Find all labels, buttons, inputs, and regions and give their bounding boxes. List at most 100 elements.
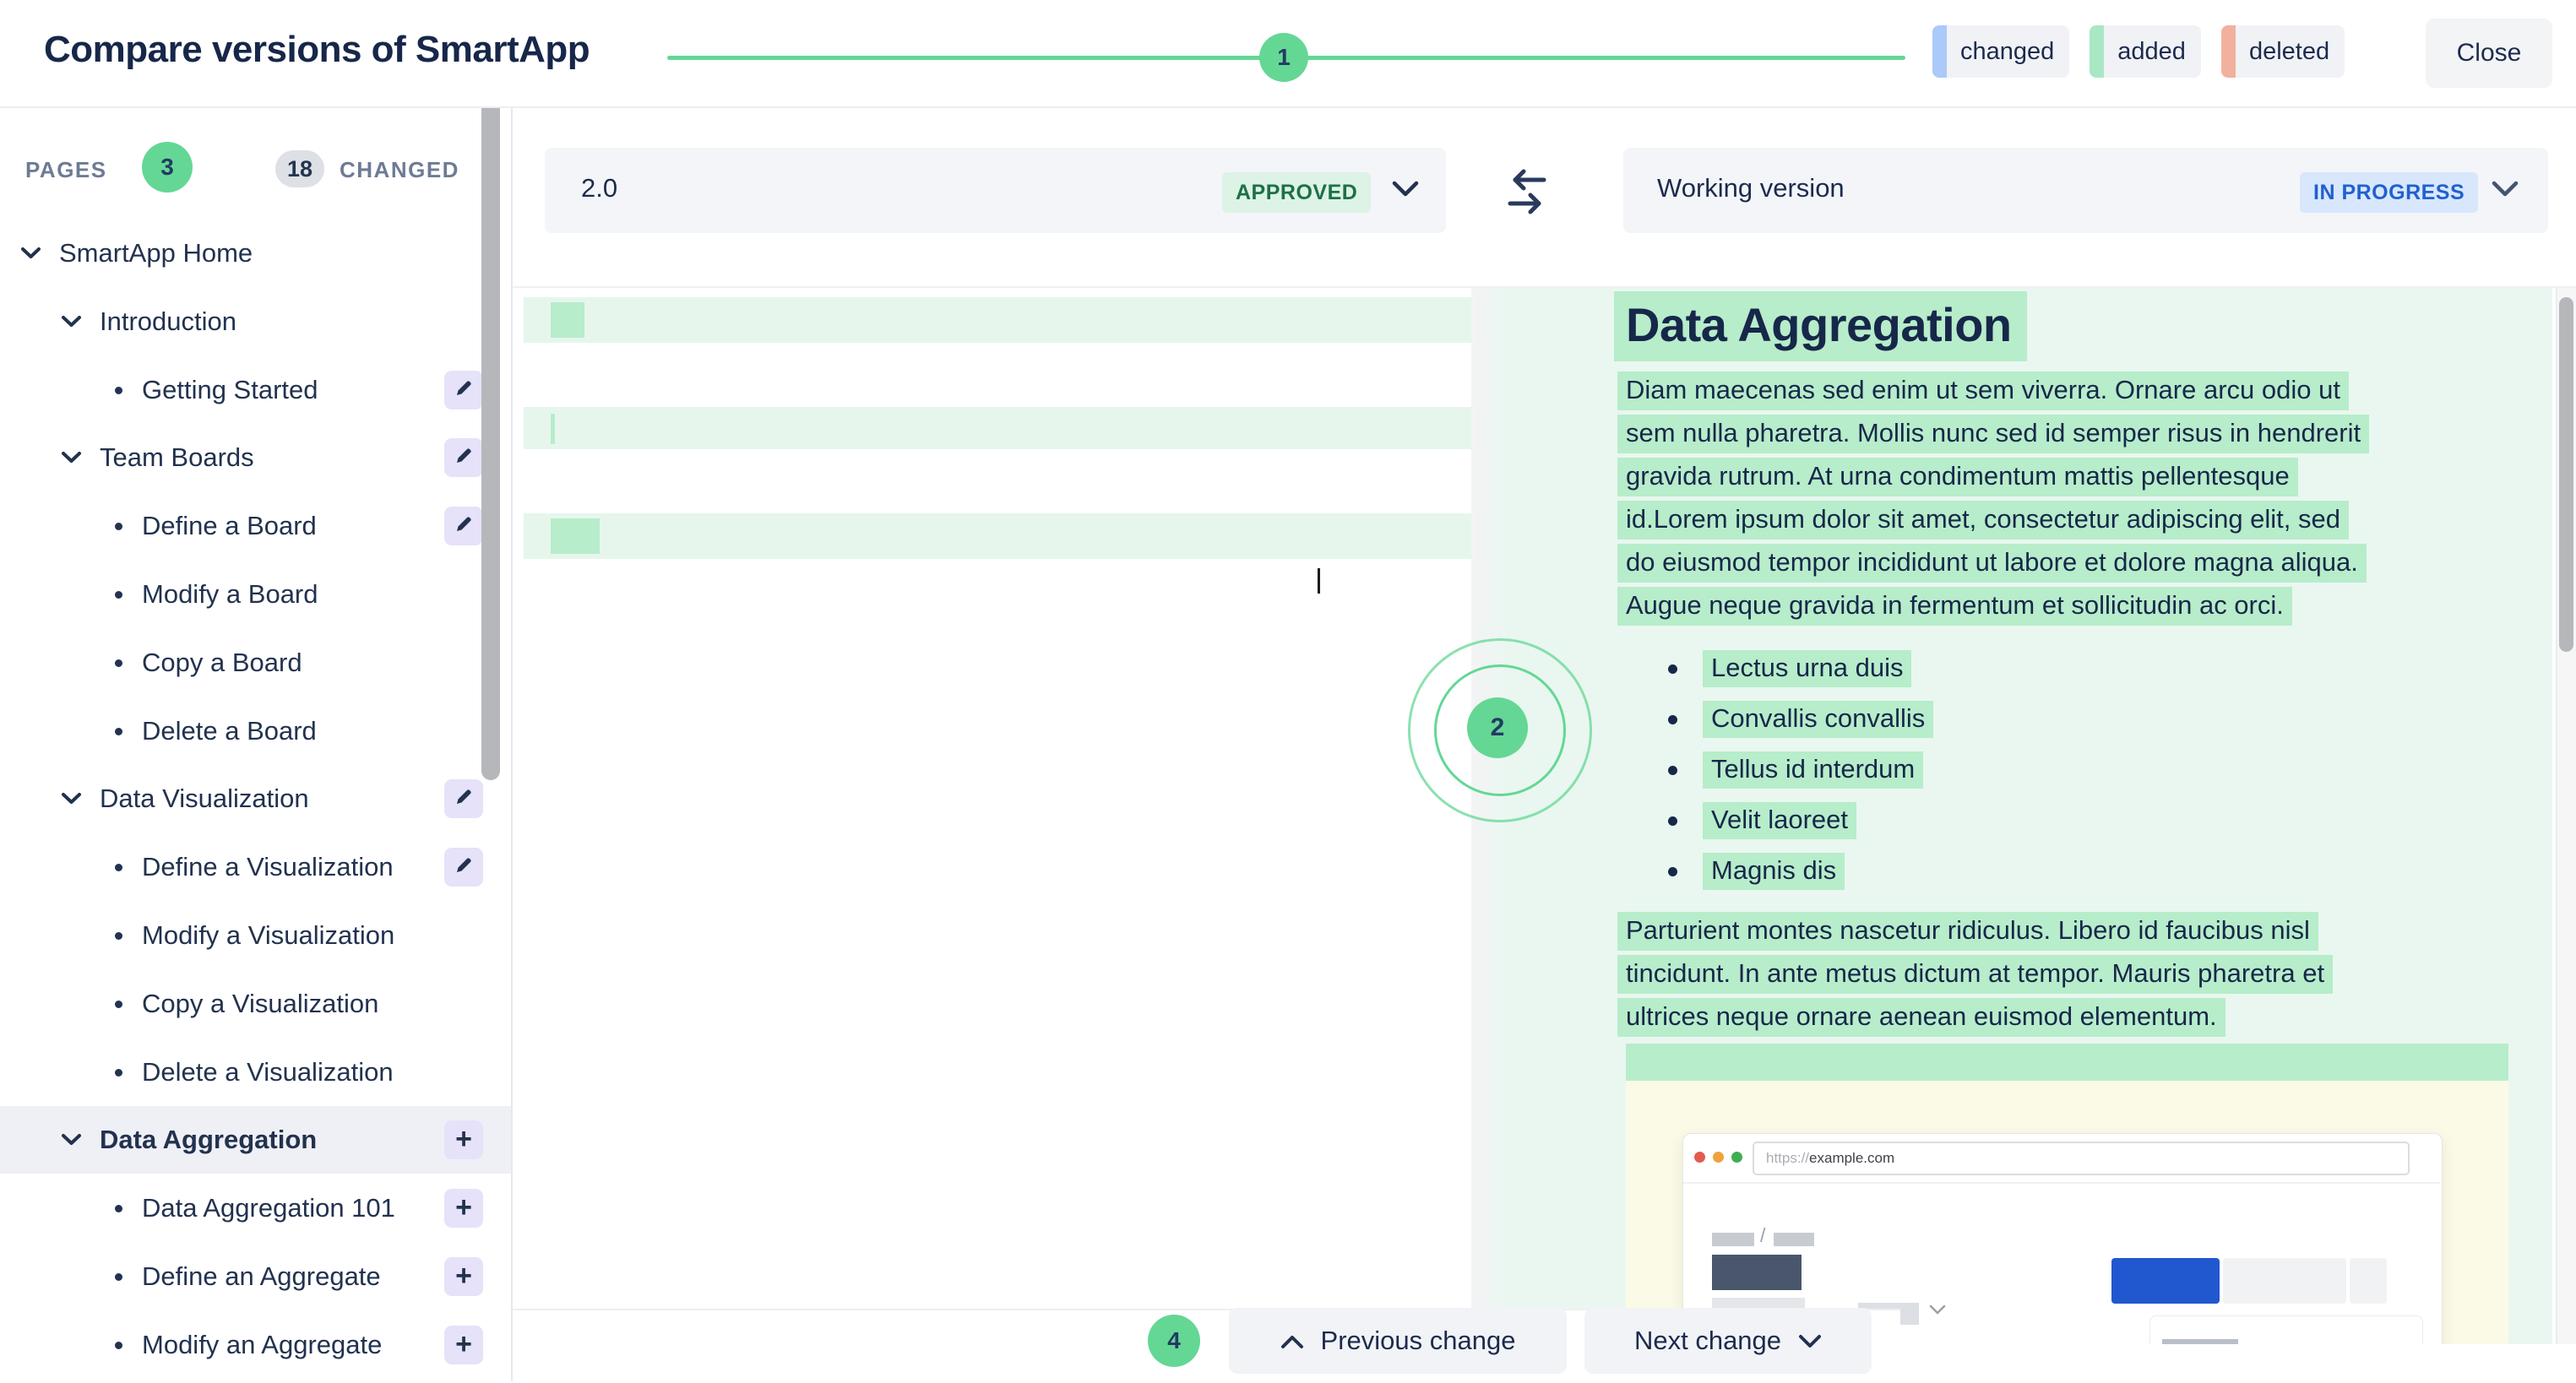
edit-page-button[interactable] bbox=[444, 848, 483, 887]
swap-versions-button[interactable] bbox=[1493, 159, 1561, 226]
sidebar-item-modify-a-visualization[interactable]: Modify a Visualization bbox=[0, 902, 511, 969]
sidebar-item-modify-a-board[interactable]: Modify a Board bbox=[0, 561, 511, 628]
previous-change-button[interactable]: Previous change bbox=[1229, 1308, 1567, 1374]
legend-label: added bbox=[2117, 38, 2186, 66]
sidebar-item-label: Data Aggregation 101 bbox=[142, 1193, 395, 1223]
edit-page-button[interactable] bbox=[444, 507, 483, 545]
add-page-button[interactable]: + bbox=[444, 1189, 483, 1228]
sidebar-item-copy-a-board[interactable]: Copy a Board bbox=[0, 629, 511, 697]
sidebar-item-modify-an-aggregate[interactable]: Modify an Aggregate + bbox=[0, 1311, 511, 1379]
mockup-breadcrumb-separator: / bbox=[1760, 1224, 1765, 1247]
chevron-down-icon[interactable] bbox=[61, 315, 82, 328]
edit-page-button[interactable] bbox=[444, 779, 483, 818]
window-dot-red-icon bbox=[1694, 1152, 1705, 1163]
doc-bullet-item: Lectus urna duis bbox=[1668, 643, 1933, 694]
window-dot-yellow-icon bbox=[1713, 1152, 1724, 1163]
doc-bullet-list: Lectus urna duis Convallis convallis Tellu… bbox=[1668, 643, 1933, 897]
added-highlight: gravida rutrum. At urna condimentum matt… bbox=[1617, 458, 2298, 496]
left-doc-added-band bbox=[524, 297, 1471, 343]
add-page-button[interactable]: + bbox=[444, 1257, 483, 1296]
bullet-icon bbox=[115, 1342, 122, 1349]
sidebar-item-label: Modify an Aggregate bbox=[142, 1330, 382, 1360]
plus-icon: + bbox=[455, 1193, 472, 1222]
sidebar-item-label: Modify a Board bbox=[142, 579, 318, 610]
sidebar-item-delete-a-board[interactable]: Delete a Board bbox=[0, 697, 511, 765]
doc-bullet-item: Convallis convallis bbox=[1668, 694, 1933, 745]
main-scrollbar[interactable] bbox=[2559, 297, 2573, 652]
sidebar-item-label: Data Aggregation bbox=[100, 1125, 317, 1155]
window-dot-green-icon bbox=[1731, 1152, 1742, 1163]
bullet-icon bbox=[1668, 664, 1677, 674]
sidebar-item-introduction[interactable]: Introduction bbox=[0, 288, 511, 355]
sidebar-item-data-aggregation-101[interactable]: Data Aggregation 101 + bbox=[0, 1174, 511, 1242]
chevron-down-icon[interactable] bbox=[20, 247, 41, 260]
add-page-button[interactable]: + bbox=[444, 1120, 483, 1159]
sidebar-item-team-boards[interactable]: Team Boards bbox=[0, 424, 511, 491]
sidebar-item-getting-started[interactable]: Getting Started bbox=[0, 356, 511, 424]
chevron-down-icon[interactable] bbox=[61, 792, 82, 805]
mockup-breadcrumb-bar bbox=[1712, 1233, 1754, 1246]
bullet-icon bbox=[115, 659, 122, 667]
left-doc-added-mark bbox=[551, 414, 555, 444]
bullet-icon bbox=[115, 932, 122, 940]
compare-versions-dialog: Compare versions of SmartApp 1 changed ad… bbox=[0, 0, 2576, 1381]
sidebar-item-copy-a-visualization[interactable]: Copy a Visualization bbox=[0, 970, 511, 1038]
close-button[interactable]: Close bbox=[2426, 19, 2552, 88]
url-host: example.com bbox=[1809, 1150, 1894, 1167]
plus-icon: + bbox=[455, 1125, 472, 1153]
url-scheme: https:// bbox=[1766, 1150, 1809, 1167]
bullet-icon bbox=[1668, 715, 1677, 724]
onboarding-step-2-badge: 2 bbox=[1467, 697, 1528, 758]
sidebar-item-data-visualization[interactable]: Data Visualization bbox=[0, 765, 511, 833]
doc-text-line: Parturient montes nascetur ridiculus. Li… bbox=[1617, 912, 2333, 955]
next-change-button[interactable]: Next change bbox=[1584, 1308, 1872, 1374]
sidebar-item-define-an-aggregate[interactable]: Define an Aggregate+ bbox=[0, 1243, 511, 1310]
sidebar-item-label: Copy a Visualization bbox=[142, 989, 378, 1019]
sidebar-item-label: Define a Board bbox=[142, 511, 317, 541]
bullet-icon bbox=[1668, 766, 1677, 775]
legend-pill-changed: changed bbox=[1932, 25, 2069, 78]
chevron-down-icon[interactable] bbox=[61, 451, 82, 464]
pencil-icon bbox=[454, 375, 474, 405]
added-highlight: sem nulla pharetra. Mollis nunc sed id s… bbox=[1617, 415, 2369, 453]
sidebar-item-label: Copy a Board bbox=[142, 648, 302, 678]
added-color-swatch bbox=[2090, 25, 2104, 78]
chevron-down-icon[interactable] bbox=[61, 1133, 82, 1147]
bullet-icon bbox=[115, 864, 122, 871]
mockup-primary-button bbox=[2111, 1258, 2220, 1304]
add-page-button[interactable]: + bbox=[444, 1326, 483, 1364]
chevron-down-icon[interactable] bbox=[2492, 181, 2519, 202]
added-highlight: Augue neque gravida in fermentum et soll… bbox=[1617, 587, 2292, 626]
doc-bullet-item: Magnis dis bbox=[1668, 846, 1933, 897]
doc-text-line: ultrices neque ornare aenean euismod ele… bbox=[1617, 998, 2333, 1041]
onboarding-step-1-badge: 1 bbox=[1259, 33, 1308, 82]
doc-text-line: Augue neque gravida in fermentum et soll… bbox=[1617, 587, 2369, 630]
added-empty-block bbox=[1626, 1044, 2508, 1081]
sidebar-item-smartapp-home[interactable]: SmartApp Home bbox=[0, 220, 511, 287]
page-title: Compare versions of SmartApp bbox=[44, 29, 590, 71]
added-highlight: Convallis convallis bbox=[1703, 701, 1933, 738]
edit-page-button[interactable] bbox=[444, 371, 483, 409]
sidebar-item-label: Getting Started bbox=[142, 375, 318, 405]
sidebar-item-label: Delete a Visualization bbox=[142, 1057, 394, 1087]
sidebar-scrollbar[interactable] bbox=[481, 78, 500, 780]
added-highlight: Tellus id interdum bbox=[1703, 751, 1923, 789]
sidebar-item-data-aggregation[interactable]: Data Aggregation + bbox=[0, 1106, 511, 1174]
dialog-header: Compare versions of SmartApp 1 changed ad… bbox=[0, 0, 2576, 108]
pencil-icon bbox=[454, 511, 474, 541]
sidebar-item-label: SmartApp Home bbox=[59, 238, 253, 268]
sidebar-item-define-a-visualization[interactable]: Define a Visualization bbox=[0, 833, 511, 901]
added-highlight: id.Lorem ipsum dolor sit amet, consectet… bbox=[1617, 501, 2349, 540]
sidebar-item-delete-a-visualization[interactable]: Delete a Visualization bbox=[0, 1039, 511, 1106]
bullet-icon bbox=[115, 387, 122, 394]
sidebar-item-define-a-board[interactable]: Define a Board bbox=[0, 492, 511, 560]
bullet-icon bbox=[115, 591, 122, 599]
mockup-url-bar: https://example.com bbox=[1753, 1142, 2410, 1175]
chevron-down-icon[interactable] bbox=[1392, 181, 1419, 202]
edit-page-button[interactable] bbox=[444, 438, 483, 477]
pencil-icon bbox=[454, 784, 474, 814]
doc-bullet-item: Tellus id interdum bbox=[1668, 745, 1933, 795]
doc-paragraph: Diam maecenas sed enim ut sem viverra. O… bbox=[1617, 372, 2369, 630]
left-doc-added-band bbox=[524, 513, 1471, 559]
sidebar-item-label: Define a Visualization bbox=[142, 852, 394, 882]
